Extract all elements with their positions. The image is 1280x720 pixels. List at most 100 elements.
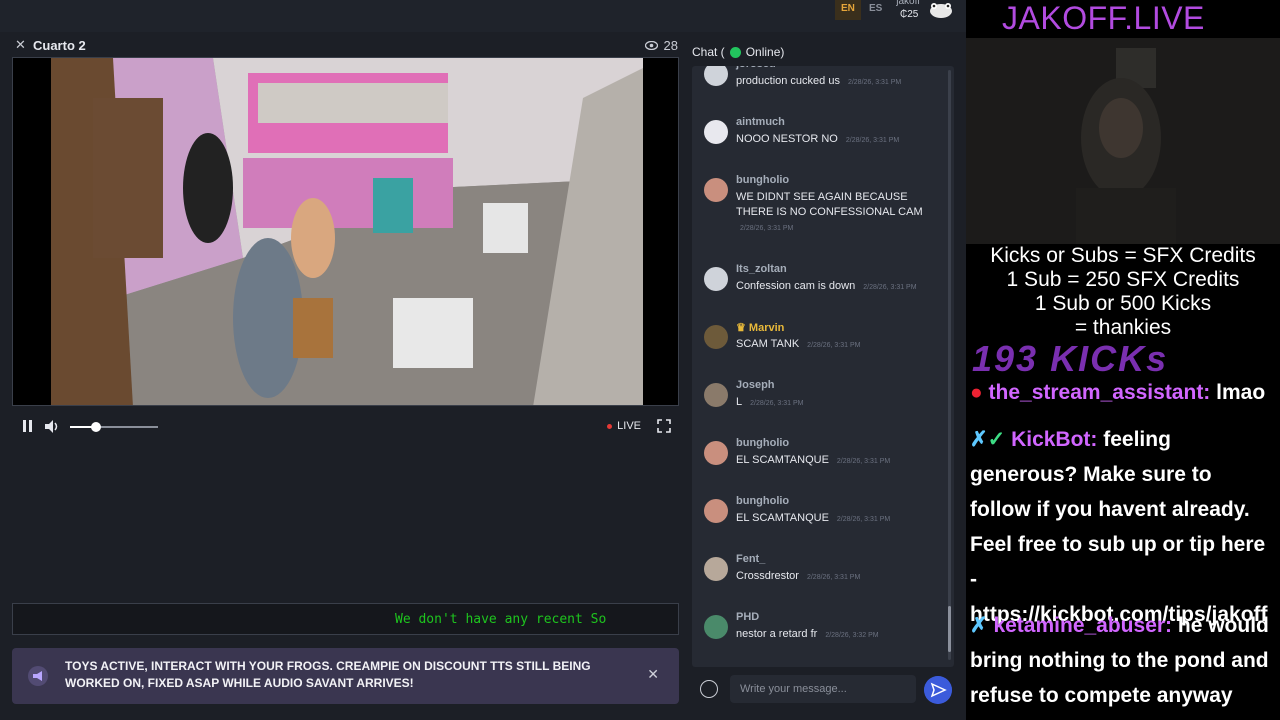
stream-chat-text: feeling generous? Make sure to follow if…: [970, 428, 1268, 626]
chat-scroll-thumb[interactable]: [948, 606, 951, 652]
user-avatar-icon: [704, 178, 728, 202]
chat-header-label: Chat (: [692, 45, 725, 59]
chat-text: SCAM TANK 2/28/26, 3:31 PM: [736, 337, 940, 353]
kick-count: 193 KICKs: [972, 338, 1169, 379]
chat-input-row: [692, 674, 954, 704]
credit-line: 1 Sub = 250 SFX Credits: [1006, 268, 1240, 291]
chat-username[interactable]: bungholio: [736, 437, 789, 449]
chat-username[interactable]: aintmuch: [736, 116, 785, 128]
send-icon[interactable]: [924, 676, 952, 704]
room-camera-feed: [51, 58, 643, 405]
ticker-text: We don't have any recent So: [395, 612, 607, 627]
chat-text-value: Confession cam is down: [736, 280, 856, 292]
chat-username[interactable]: Fent_: [736, 553, 765, 565]
chat-text: NOOO NESTOR NO 2/28/26, 3:31 PM: [736, 132, 940, 148]
chat-timestamp: 2/28/26, 3:31 PM: [845, 137, 900, 144]
frog-avatar-icon: [704, 66, 728, 86]
stream-chat-user: the_stream_assistant:: [988, 381, 1211, 404]
chat-text: Crossdrestor 2/28/26, 3:31 PM: [736, 569, 940, 585]
lang-es-button[interactable]: ES: [863, 0, 888, 20]
user-credits: ₵25: [900, 9, 919, 20]
volume-slider[interactable]: [70, 422, 158, 432]
chat-timestamp: 2/28/26, 3:31 PM: [836, 516, 891, 523]
chat-timestamp: 2/28/26, 3:31 PM: [740, 225, 794, 232]
close-room-icon[interactable]: ✕: [15, 37, 26, 53]
chat-username[interactable]: ♛ Marvin: [736, 321, 784, 334]
chat-username[interactable]: jorosed: [736, 66, 776, 70]
badge-icon: ✓: [987, 428, 1006, 451]
top-bar: EN ES jakoff ₵25: [0, 0, 966, 32]
sword-icon: ✗: [970, 614, 988, 637]
chat-timestamp: 2/28/26, 3:31 PM: [806, 574, 861, 581]
stream-overlay: JAKOFF.LIVE Kicks or Subs = SFX Credits …: [966, 0, 1280, 720]
chat-username[interactable]: bungholio: [736, 174, 789, 186]
chat-text-value: EL SCAMTANQUE: [736, 512, 829, 524]
user-avatar-icon[interactable]: [928, 0, 954, 20]
user-avatar-icon: [704, 441, 728, 465]
chat-timestamp: 2/28/26, 3:31 PM: [750, 400, 804, 407]
pause-icon[interactable]: [22, 420, 34, 432]
video-player[interactable]: [12, 57, 679, 406]
stream-chat-line: ● the_stream_assistant: lmao: [970, 375, 1280, 410]
chat-text-value: SCAM TANK: [736, 338, 800, 350]
megaphone-icon: [28, 666, 48, 686]
webcam-feed: [966, 38, 1280, 244]
player-controls: LIVE: [12, 414, 679, 438]
chat-text: WE DIDNT SEE AGAIN BECAUSE THERE IS NO C…: [736, 190, 940, 236]
live-dot-icon: [607, 423, 613, 429]
chat-text-value: nestor a retard fr: [736, 628, 818, 640]
credit-line: = thankies: [1074, 316, 1172, 339]
user-avatar-icon: [704, 557, 728, 581]
chat-text: nestor a retard fr 2/28/26, 3:32 PM: [736, 627, 940, 643]
chat-scrollbar[interactable]: [948, 70, 951, 660]
user-avatar-icon: [704, 325, 728, 349]
stream-chat-user: ketamine_abuser:: [993, 614, 1173, 637]
username[interactable]: jakoff: [896, 0, 920, 7]
chat-text-value: EL SCAMTANQUE: [736, 454, 829, 466]
credit-line: 1 Sub or 500 Kicks: [1034, 292, 1212, 315]
chat-panel[interactable]: jorosed production cucked us 2/28/26, 3:3…: [692, 66, 954, 667]
volume-icon[interactable]: [45, 420, 61, 433]
banner-close-icon[interactable]: ✕: [647, 666, 659, 683]
chat-text: production cucked us 2/28/26, 3:31 PM: [736, 74, 940, 90]
live-label: LIVE: [617, 420, 641, 432]
lang-en-button[interactable]: EN: [835, 0, 861, 20]
stream-chat-line: ✗✓ KickBot: feeling generous? Make sure …: [970, 422, 1276, 632]
volume-slider-thumb[interactable]: [91, 422, 102, 432]
chat-username[interactable]: PHD: [736, 611, 759, 623]
stream-brand: JAKOFF.LIVE: [1002, 0, 1205, 36]
chat-timestamp: 2/28/26, 3:31 PM: [807, 342, 861, 349]
chat-text: EL SCAMTANQUE 2/28/26, 3:31 PM: [736, 511, 940, 527]
room-header: ✕ Cuarto 2 28: [12, 36, 680, 56]
chat-header-status: Online): [745, 45, 785, 59]
credit-line: Kicks or Subs = SFX Credits: [990, 244, 1256, 267]
chat-username-value: Marvin: [748, 322, 785, 334]
fullscreen-icon[interactable]: [657, 419, 671, 433]
chat-text-value: WE DIDNT SEE AGAIN BECAUSE THERE IS NO C…: [736, 191, 923, 218]
chat-timestamp: 2/28/26, 3:31 PM: [847, 79, 902, 86]
chat-text: L 2/28/26, 3:31 PM: [736, 395, 940, 411]
chat-text-value: Crossdrestor: [736, 570, 799, 582]
webcam-image: [966, 38, 1280, 244]
sfx-credits-info: Kicks or Subs = SFX Credits 1 Sub = 250 …: [966, 244, 1280, 340]
stream-chat-line: ✗ ketamine_abuser: he would bring nothin…: [970, 608, 1276, 713]
emoji-icon[interactable]: [700, 680, 718, 698]
user-avatar-icon: [704, 615, 728, 639]
chat-timestamp: 2/28/26, 3:32 PM: [825, 632, 879, 639]
chat-text-value: production cucked us: [736, 75, 840, 87]
chat-header: Chat ( Online): [692, 45, 784, 59]
sound-ticker: We don't have any recent So: [12, 603, 679, 635]
stream-chat-user: KickBot:: [1011, 428, 1098, 451]
announcement-banner: TOYS ACTIVE, INTERACT WITH YOUR FROGS. C…: [12, 648, 679, 704]
chat-message-input[interactable]: [730, 675, 916, 703]
room-title: Cuarto 2: [33, 38, 86, 53]
user-avatar-icon: [704, 120, 728, 144]
chat-username[interactable]: Its_zoltan: [736, 263, 787, 275]
chat-text: Confession cam is down 2/28/26, 3:31 PM: [736, 279, 940, 295]
chat-text-value: NOOO NESTOR NO: [736, 133, 838, 145]
chat-username[interactable]: bungholio: [736, 495, 789, 507]
eye-icon: [644, 41, 658, 50]
chat-text: EL SCAMTANQUE 2/28/26, 3:31 PM: [736, 453, 940, 469]
sword-icon: ✗: [970, 428, 988, 451]
chat-username[interactable]: Joseph: [736, 379, 775, 391]
